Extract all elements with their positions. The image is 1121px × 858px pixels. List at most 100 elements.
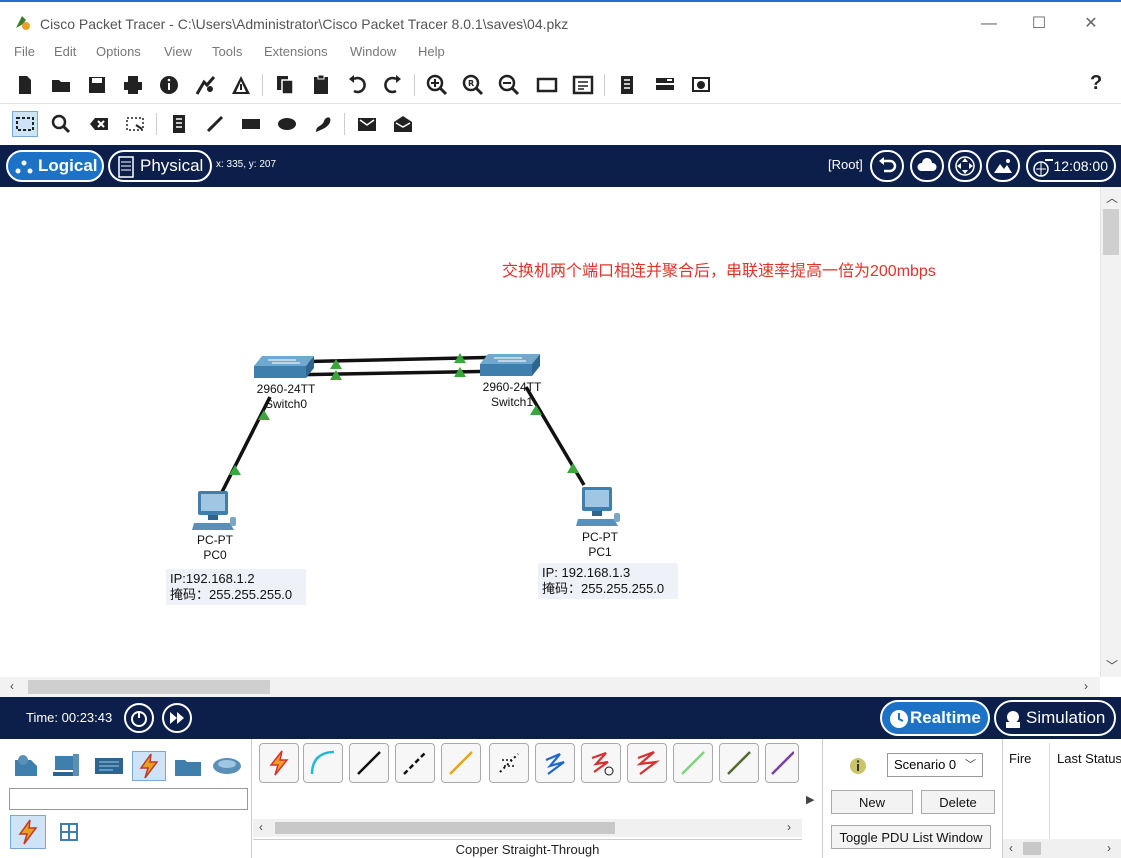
select-tool-icon[interactable] <box>12 111 38 137</box>
add-simple-pdu-icon[interactable] <box>354 111 380 137</box>
menu-options[interactable]: Options <box>96 44 141 59</box>
pc1-ip-note[interactable]: IP: 192.168.1.3 掩码：255.255.255.0 <box>538 563 678 599</box>
switch1-icon[interactable] <box>480 350 542 380</box>
save-icon[interactable] <box>84 72 110 98</box>
console-cable-icon[interactable] <box>303 743 343 783</box>
scroll-left-icon[interactable]: ‹ <box>10 679 14 693</box>
phone-cable-icon[interactable] <box>489 743 529 783</box>
zoom-out-icon[interactable] <box>496 72 522 98</box>
connections-subtype-icon[interactable] <box>10 815 46 849</box>
drawing-palette-icon[interactable] <box>534 72 560 98</box>
menu-window[interactable]: Window <box>350 44 396 59</box>
new-cluster-button[interactable] <box>910 150 944 182</box>
scroll-left-icon[interactable]: ‹ <box>1009 841 1013 855</box>
scroll-right-icon[interactable]: › <box>1084 679 1088 693</box>
clock-button[interactable]: 12:08:00 <box>1026 150 1116 182</box>
zoom-in-icon[interactable] <box>424 72 450 98</box>
menu-tools[interactable]: Tools <box>212 44 242 59</box>
usb-cable-icon[interactable] <box>765 743 799 783</box>
tab-physical[interactable]: Physical <box>108 150 212 182</box>
scenario-info-icon[interactable] <box>849 757 867 775</box>
pc1-icon[interactable] <box>576 485 622 529</box>
horizontal-scroll-thumb[interactable] <box>28 680 270 694</box>
automatic-connection-icon[interactable] <box>259 743 299 783</box>
undo-icon[interactable] <box>344 72 370 98</box>
scroll-up-icon[interactable]: ︿ <box>1106 189 1118 206</box>
toggle-pdu-list-button[interactable]: Toggle PDU List Window <box>831 825 991 849</box>
set-background-button[interactable] <box>986 150 1020 182</box>
pc0-label[interactable]: PC-PT PC0 <box>160 533 270 563</box>
connections-icon[interactable] <box>132 751 166 781</box>
scroll-right-icon[interactable]: › <box>1107 841 1111 855</box>
end-devices-icon[interactable] <box>50 751 84 781</box>
copy-icon[interactable] <box>272 72 298 98</box>
info-icon[interactable] <box>156 72 182 98</box>
freeform-icon[interactable] <box>310 111 336 137</box>
root-breadcrumb[interactable]: [Root] <box>828 157 863 172</box>
back-button[interactable] <box>870 150 904 182</box>
pdu-scroll-thumb[interactable] <box>1023 842 1041 855</box>
menu-view[interactable]: View <box>164 44 192 59</box>
switch0-label[interactable]: 2960-24TT Switch0 <box>231 382 341 412</box>
etherchannel-link-1[interactable] <box>284 355 509 364</box>
etherchannel-link-2[interactable] <box>284 369 509 377</box>
pdu-header-last-status[interactable]: Last Status <box>1057 751 1121 766</box>
iot-custom-cable-icon[interactable] <box>719 743 759 783</box>
pc0-icon[interactable] <box>192 489 238 533</box>
draw-rectangle-icon[interactable] <box>238 111 264 137</box>
scenario-select[interactable]: Scenario 0 ﹀ <box>887 753 983 777</box>
serial-dce-icon[interactable] <box>581 743 621 783</box>
components-icon[interactable] <box>92 751 126 781</box>
grid-icon[interactable] <box>54 817 84 847</box>
delete-scenario-button[interactable]: Delete <box>921 790 995 814</box>
menu-extensions[interactable]: Extensions <box>264 44 328 59</box>
menu-file[interactable]: File <box>14 44 35 59</box>
maximize-button[interactable]: ☐ <box>1026 12 1052 36</box>
device-search-input[interactable] <box>9 788 248 810</box>
simulation-mode-tab[interactable]: Simulation <box>994 700 1116 736</box>
open-folder-icon[interactable] <box>48 72 74 98</box>
serial-dte-icon[interactable] <box>627 743 667 783</box>
tab-logical[interactable]: Logical <box>6 150 104 182</box>
connection-scrollbar[interactable]: ‹ › <box>253 819 802 837</box>
multiuser-icon[interactable] <box>210 751 244 781</box>
resize-shape-icon[interactable] <box>122 111 148 137</box>
custom-device-dialog-icon[interactable] <box>570 72 596 98</box>
octal-cable-icon[interactable] <box>673 743 713 783</box>
pdu-header-fire[interactable]: Fire <box>1009 751 1031 766</box>
cloud-viewer-icon[interactable] <box>688 72 714 98</box>
print-icon[interactable] <box>120 72 146 98</box>
draw-line-icon[interactable] <box>202 111 228 137</box>
expand-panel-icon[interactable]: ▶ <box>806 793 814 806</box>
realtime-mode-tab[interactable]: Realtime <box>880 700 990 736</box>
close-button[interactable]: ✕ <box>1078 12 1104 36</box>
draw-ellipse-icon[interactable] <box>274 111 300 137</box>
fast-forward-button[interactable] <box>162 703 192 733</box>
add-complex-pdu-icon[interactable] <box>390 111 416 137</box>
help-icon[interactable]: ? <box>1090 72 1102 95</box>
vertical-scroll-thumb[interactable] <box>1103 209 1119 255</box>
logical-workspace-canvas[interactable]: 交换机两个端口相连并聚合后，串联速率提高一倍为200mbps 2960-24TT… <box>0 187 1100 677</box>
redo-icon[interactable] <box>380 72 406 98</box>
new-file-icon[interactable] <box>12 72 38 98</box>
paste-icon[interactable] <box>308 72 334 98</box>
network-info-icon[interactable] <box>228 72 254 98</box>
activity-wizard-icon[interactable] <box>192 72 218 98</box>
menu-edit[interactable]: Edit <box>54 44 76 59</box>
copper-cross-over-icon[interactable] <box>395 743 435 783</box>
fiber-icon[interactable] <box>441 743 481 783</box>
device-template-icon[interactable] <box>614 72 640 98</box>
scroll-left-icon[interactable]: ‹ <box>259 820 263 834</box>
miscellaneous-icon[interactable] <box>172 751 206 781</box>
pdu-scrollbar[interactable]: ‹ › <box>1003 839 1121 858</box>
rack-device-icon[interactable] <box>652 72 678 98</box>
coaxial-cable-icon[interactable] <box>535 743 575 783</box>
canvas-vertical-scrollbar[interactable]: ︿ ﹀ <box>1100 187 1121 677</box>
scroll-right-icon[interactable]: › <box>787 820 791 834</box>
pc1-label[interactable]: PC-PT PC1 <box>545 530 655 560</box>
power-cycle-button[interactable] <box>124 703 154 733</box>
delete-icon[interactable] <box>86 111 112 137</box>
pc0-ip-note[interactable]: IP:192.168.1.2 掩码：255.255.255.0 <box>166 569 306 605</box>
inspect-icon[interactable] <box>48 111 74 137</box>
switch0-icon[interactable] <box>254 352 316 382</box>
